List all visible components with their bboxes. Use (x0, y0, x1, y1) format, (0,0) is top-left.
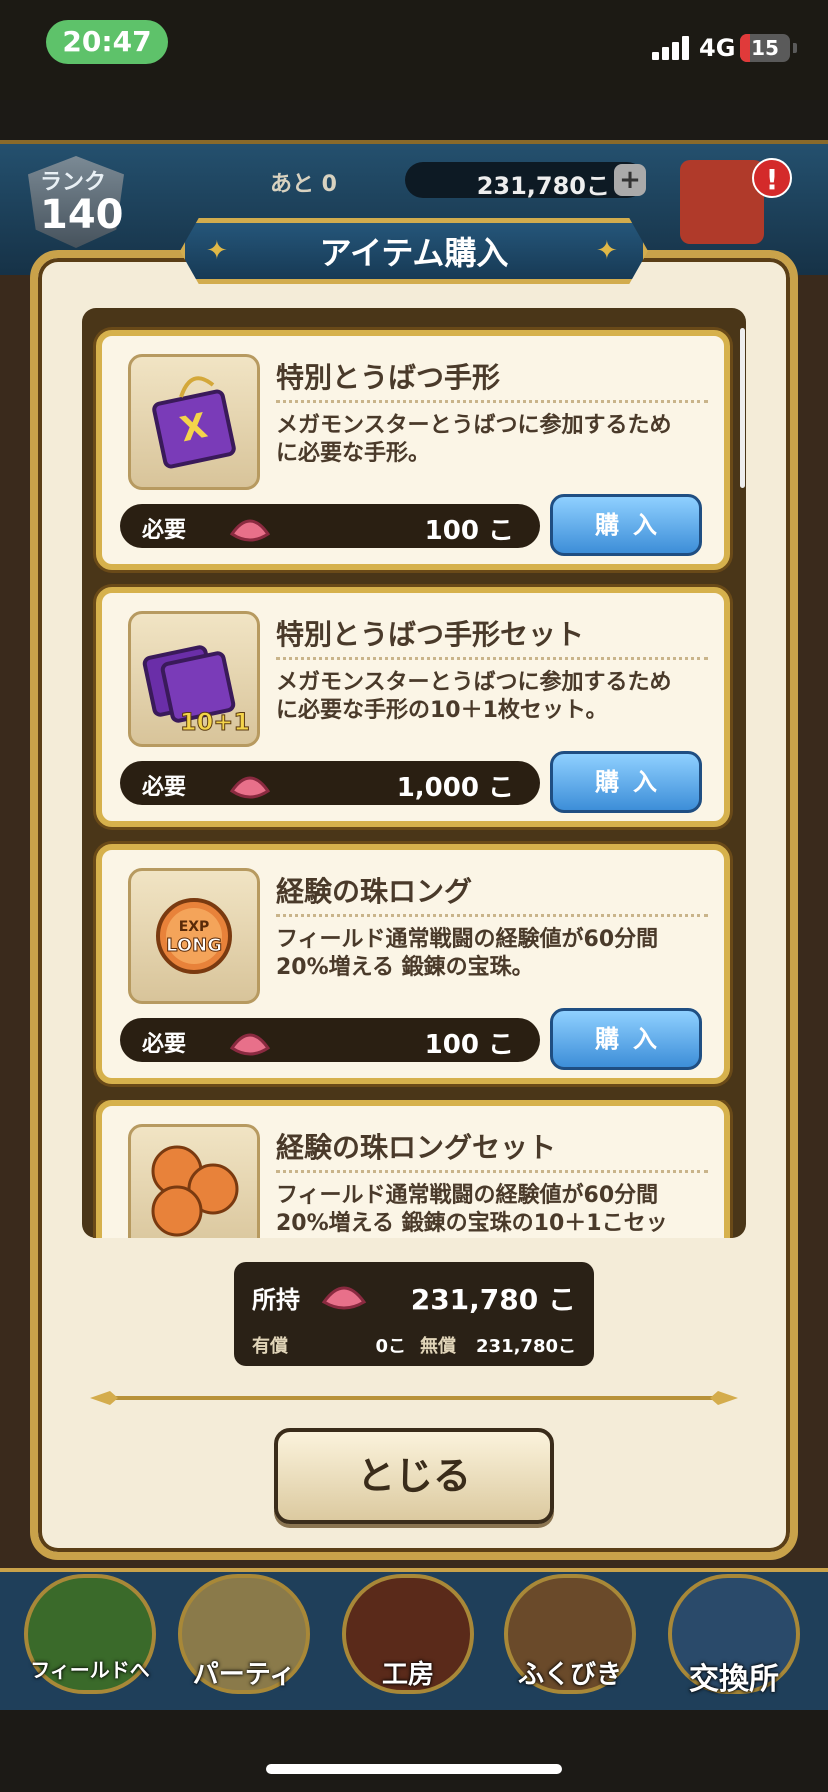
signal-icon (652, 36, 692, 60)
tegata-set-icon: 10+1 (128, 611, 260, 747)
scrollbar[interactable] (740, 328, 745, 488)
item-name: 特別とうばつ手形セット (276, 618, 585, 651)
nav-lottery[interactable]: ふくびき (496, 1574, 644, 1700)
nav-label: フィールドへ (30, 1658, 150, 1682)
nav-exchange[interactable]: 交換所 (660, 1574, 808, 1700)
required-label: 必要 (142, 518, 187, 543)
nav-party[interactable]: パーティ (170, 1574, 318, 1700)
list-clip: 経験の珠ロングセット フィールド通常戦闘の経験値が60分間 20%増える 鍛錬の… (82, 1100, 746, 1238)
nav-label: 工房 (381, 1660, 434, 1690)
gem-icon (316, 1272, 372, 1320)
item-name: 特別とうばつ手形 (276, 361, 501, 394)
paid-value: 0こ (375, 1336, 406, 1357)
item-description: フィールド通常戦闘の経験値が60分間 20%増える 鍛錬の宝珠。 (276, 927, 659, 980)
item-card-exp-long: EXP LONG 経験の珠ロング フィールド通常戦闘の経験値が60分間 20%増え… (96, 844, 730, 1084)
remaining-label: あと 0 (270, 172, 337, 197)
gem-icon (224, 1020, 276, 1066)
item-cost: 1,000 こ (396, 773, 514, 803)
item-card-tokubetsu-tegata: X 特別とうばつ手形 メガモンスターとうばつに参加するため に必要な手形。 必要… (96, 330, 730, 570)
item-name: 経験の珠ロングセット (276, 1131, 557, 1164)
buy-button[interactable]: 購入 (550, 1008, 702, 1070)
item-card-exp-long-set: 経験の珠ロングセット フィールド通常戦闘の経験値が60分間 20%増える 鍛錬の… (96, 1100, 730, 1238)
nav-label: 交換所 (689, 1662, 779, 1697)
dialog-title: アイテム購入 (319, 234, 509, 272)
battery-level: 15 (751, 36, 779, 60)
item-description: メガモンスターとうばつに参加するため に必要な手形の10＋1枚セット。 (276, 670, 672, 723)
nav-label: ふくびき (517, 1660, 622, 1690)
network-type: 4G (699, 34, 736, 62)
svg-text:LONG: LONG (166, 935, 222, 956)
status-bar: 20:47 4G 15 (0, 0, 828, 100)
item-name: 経験の珠ロング (276, 875, 473, 908)
svg-text:10+1: 10+1 (180, 708, 250, 736)
item-cost: 100 こ (424, 516, 514, 546)
tegata-icon: X (128, 354, 260, 490)
home-indicator[interactable] (266, 1764, 562, 1774)
free-value: 231,780こ (476, 1336, 576, 1357)
add-gems-button[interactable]: + (614, 164, 646, 196)
required-label: 必要 (142, 1032, 187, 1057)
gem-count: 231,780こ (476, 172, 610, 200)
buy-button[interactable]: 購入 (550, 494, 702, 556)
free-label: 無償 (420, 1336, 456, 1357)
present-icon[interactable] (680, 160, 764, 244)
gem-icon (224, 763, 276, 809)
item-card-tokubetsu-tegata-set: 10+1 特別とうばつ手形セット メガモンスターとうばつに参加するため に必要な… (96, 587, 730, 827)
item-cost: 100 こ (424, 1030, 514, 1060)
nav-label: パーティ (192, 1660, 296, 1690)
required-label: 必要 (142, 775, 187, 800)
owned-label: 所持 (252, 1286, 300, 1314)
nav-field[interactable]: フィールドへ (16, 1574, 164, 1700)
ornamental-divider (90, 1390, 738, 1405)
paid-label: 有償 (252, 1336, 288, 1357)
svg-text:EXP: EXP (179, 919, 210, 935)
nav-workshop[interactable]: 工房 (334, 1574, 482, 1700)
owned-value: 231,780 こ (410, 1283, 576, 1316)
exp-orb-icon: EXP LONG (128, 868, 260, 1004)
battery-icon: 15 (740, 34, 790, 62)
exp-orb-set-icon (128, 1124, 260, 1238)
screen: { "status_bar": { "time": "20:47", "netw… (0, 0, 828, 1792)
item-description: メガモンスターとうばつに参加するため に必要な手形。 (276, 413, 672, 466)
rank-value: 140 (40, 192, 124, 238)
buy-button[interactable]: 購入 (550, 751, 702, 813)
status-time: 20:47 (46, 20, 168, 64)
alert-badge: ! (752, 158, 792, 198)
close-button[interactable]: とじる (274, 1428, 554, 1524)
gem-icon (224, 506, 276, 552)
item-description: フィールド通常戦闘の経験値が60分間 20%増える 鍛錬の宝珠の10＋1こセッ (276, 1183, 668, 1236)
